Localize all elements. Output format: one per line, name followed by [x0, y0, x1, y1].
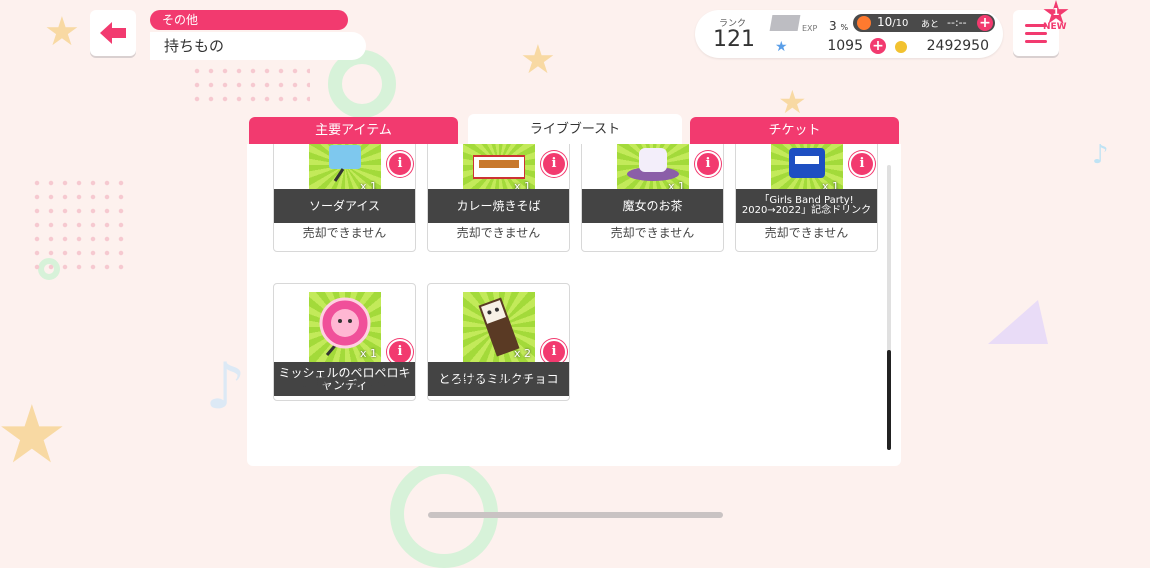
item-card[interactable]: x 1 i ミッシェルのペロペロキャンディ 売却できません	[273, 283, 416, 401]
item-card[interactable]: x 1 i 「Girls Band Party! 2020→2022」記念ドリン…	[735, 144, 878, 252]
stamina-plus-button[interactable]: +	[977, 15, 993, 31]
sell-status: 売却できません	[456, 375, 541, 389]
coin-count: 2492950	[926, 38, 989, 54]
tab-tickets[interactable]: チケット	[690, 117, 899, 145]
decor-star-icon: ★	[44, 9, 80, 55]
decor-triangle	[988, 300, 1048, 344]
exp-percent: 3 %	[829, 19, 848, 33]
item-card[interactable]: x 1 i カレー焼きそば 売却できません	[427, 144, 570, 252]
page-header: その他 持ちもの	[150, 10, 366, 60]
decor-star-icon: ★	[0, 388, 68, 481]
info-icon[interactable]: i	[541, 151, 567, 177]
coin-icon	[895, 41, 907, 53]
exp-unit: %	[840, 23, 849, 32]
back-button[interactable]	[90, 10, 136, 56]
drink-can-icon: x 1	[771, 144, 843, 195]
stamina-value: 10/10	[877, 15, 908, 29]
stamina-timer: --:--	[947, 16, 967, 29]
sell-status: 売却できません	[610, 226, 695, 240]
sell-status: 売却できません	[764, 226, 849, 240]
menu-button[interactable]: 1 NEW	[1013, 0, 1069, 56]
item-name: 魔女のお茶	[582, 189, 723, 223]
flame-icon	[857, 16, 871, 30]
stamina-remaining-label: あと	[921, 20, 940, 30]
category-label: その他	[150, 10, 348, 30]
star-plus-button[interactable]: +	[870, 38, 886, 54]
home-indicator[interactable]	[428, 512, 723, 518]
rank-value: 121	[713, 27, 755, 52]
item-card[interactable]: x 1 i ソーダアイス 売却できません	[273, 144, 416, 252]
info-icon[interactable]: i	[849, 151, 875, 177]
item-card[interactable]: x 2 i とろけるミルクチョコ 売却できません	[427, 283, 570, 401]
milk-chocolate-icon: x 2	[463, 292, 535, 362]
soda-ice-icon: x 1	[309, 144, 381, 195]
stamina-current: 10	[877, 15, 893, 29]
item-qty: x 2	[513, 347, 531, 360]
item-list-panel: x 1 i ソーダアイス 売却できません x 1 i カレー焼きそば 売却できま…	[247, 144, 901, 466]
player-status-panel: ランク 121 EXP 3 % 10/10 あと --:-- + ★ 1095 …	[695, 10, 1003, 58]
back-arrow-icon	[100, 22, 126, 44]
item-grid: x 1 i ソーダアイス 売却できません x 1 i カレー焼きそば 売却できま…	[273, 144, 881, 466]
stamina-indicator: 10/10 あと --:-- +	[853, 14, 995, 32]
scrollbar[interactable]	[887, 165, 891, 450]
exp-percent-value: 3	[829, 19, 837, 33]
decor-music-note-icon: ♪	[205, 350, 246, 424]
decor-ring	[328, 50, 396, 118]
star-gem-icon: ★	[775, 39, 788, 55]
sell-status: 売却できません	[302, 226, 387, 240]
sell-status: 売却できません	[302, 375, 387, 389]
item-name: 「Girls Band Party! 2020→2022」記念ドリンク	[736, 189, 877, 223]
exp-label: EXP	[802, 24, 818, 33]
sell-status: 売却できません	[456, 226, 541, 240]
new-label: NEW	[1043, 22, 1067, 32]
witch-tea-icon: x 1	[617, 144, 689, 195]
info-icon[interactable]: i	[695, 151, 721, 177]
scrollbar-thumb[interactable]	[887, 350, 891, 450]
exp-bar	[769, 15, 801, 31]
tab-main-items[interactable]: 主要アイテム	[249, 117, 458, 145]
michelle-lollipop-icon: x 1	[309, 292, 381, 362]
item-card[interactable]: x 1 i 魔女のお茶 売却できません	[581, 144, 724, 252]
decor-music-note-icon: ♪	[1092, 140, 1109, 170]
item-name: ソーダアイス	[274, 189, 415, 223]
decor-star-icon: ★	[520, 37, 556, 83]
decor-star-icon: ★	[778, 83, 807, 121]
tab-live-boost[interactable]: ライブブースト	[468, 114, 682, 145]
decor-ring	[38, 258, 60, 280]
item-category-tabs: 主要アイテム ライブブースト チケット	[249, 114, 901, 145]
star-count: 1095	[827, 38, 863, 54]
item-name: カレー焼きそば	[428, 189, 569, 223]
info-icon[interactable]: i	[387, 151, 413, 177]
decor-dots	[30, 176, 126, 276]
item-qty: x 1	[359, 347, 377, 360]
curry-yakisoba-icon: x 1	[463, 144, 535, 195]
stamina-max: /10	[892, 18, 909, 29]
page-title: 持ちもの	[150, 32, 366, 60]
